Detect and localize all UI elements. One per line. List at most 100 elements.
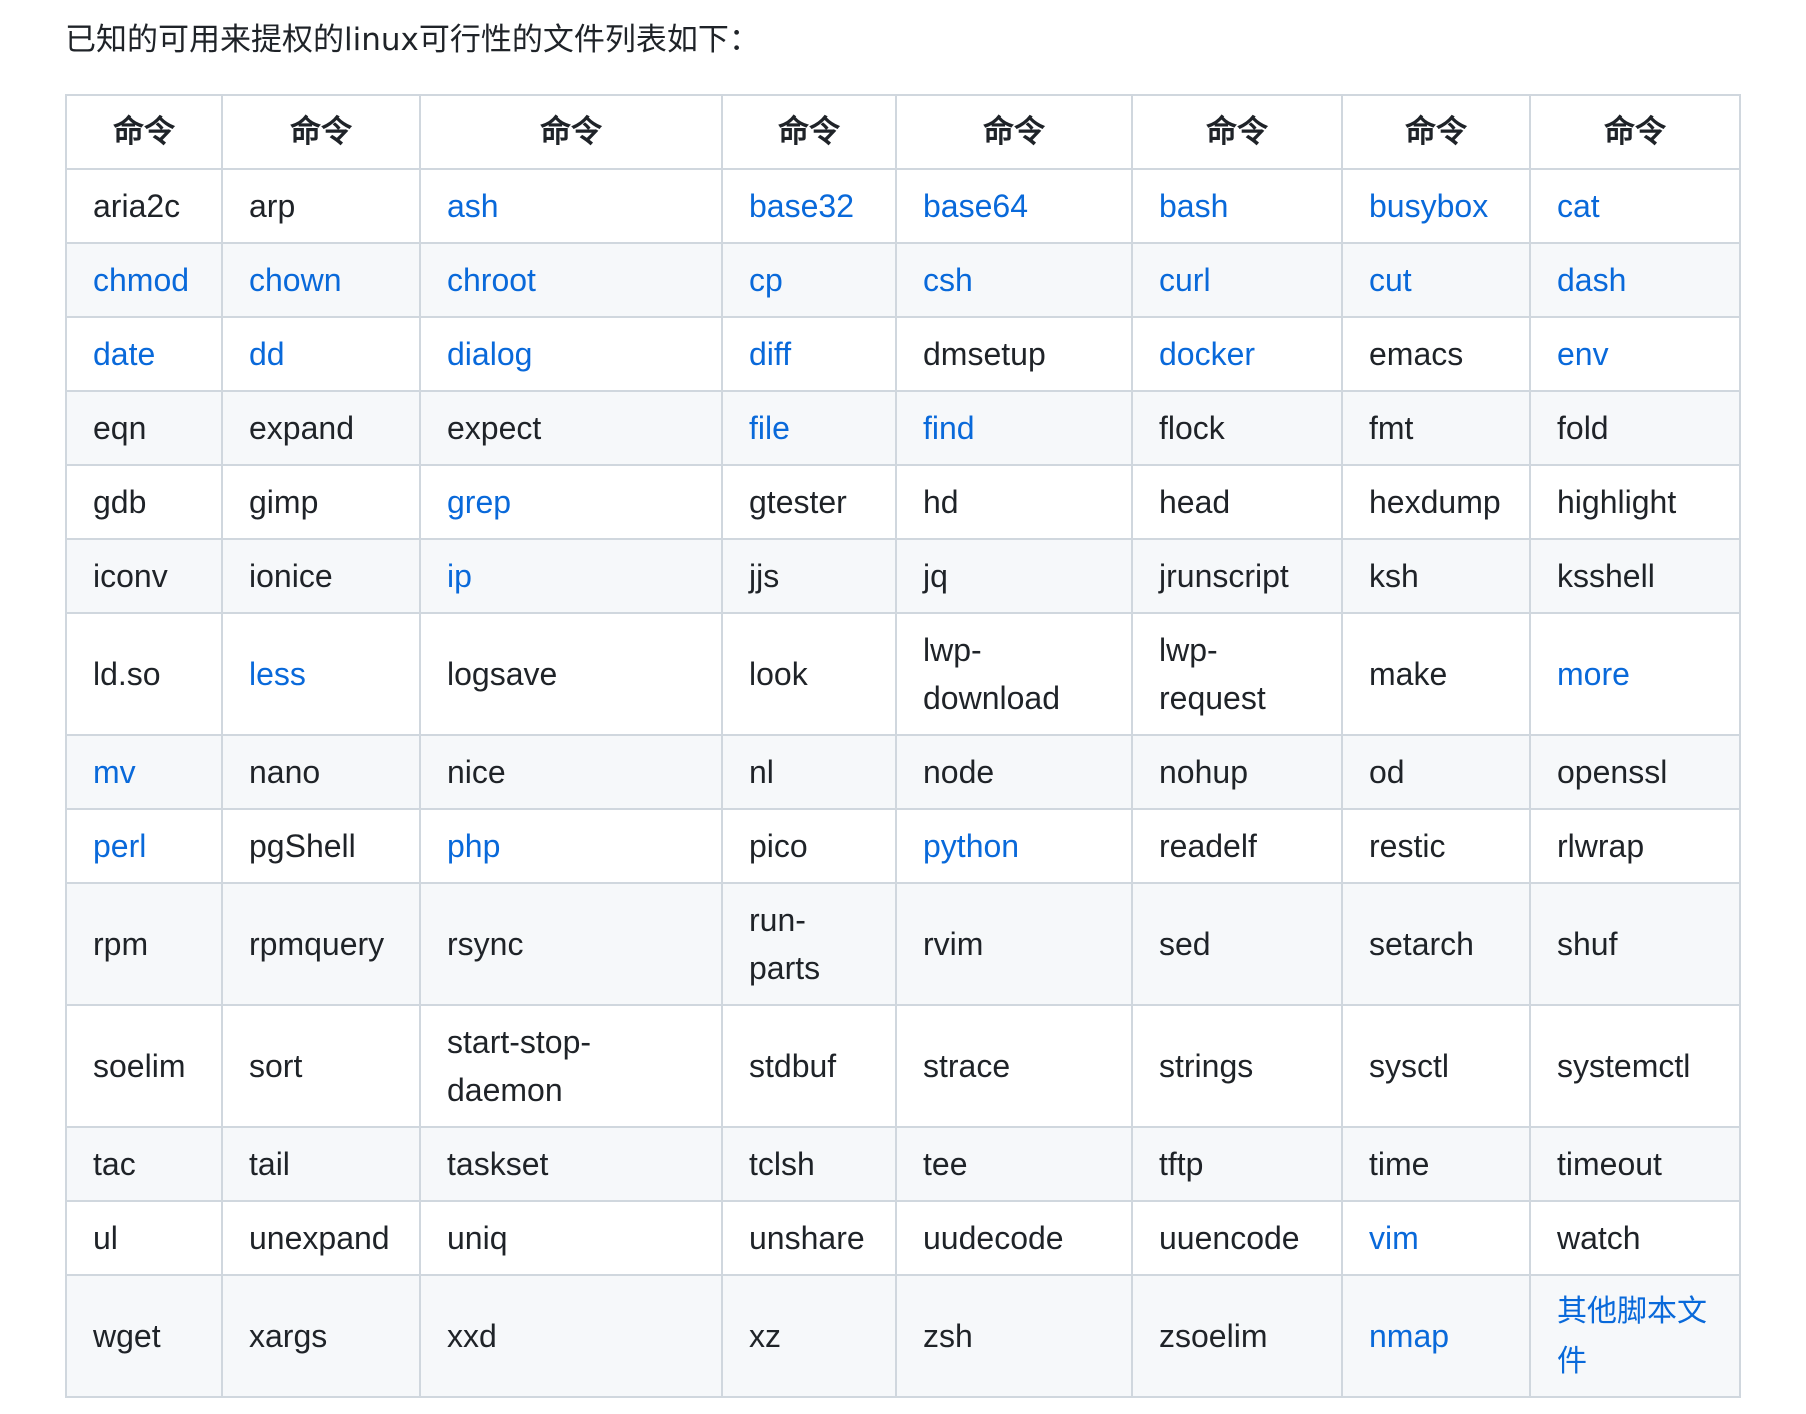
command-link[interactable]: diff <box>749 336 791 372</box>
table-cell: ionice <box>221 538 421 614</box>
command-link[interactable]: date <box>93 336 155 372</box>
command-link[interactable]: more <box>1557 656 1630 692</box>
table-cell: python <box>895 808 1133 884</box>
command-link[interactable]: chroot <box>447 262 536 298</box>
command-name: jq <box>923 558 948 594</box>
table-cell: rpm <box>65 882 223 1006</box>
table-cell: restic <box>1341 808 1531 884</box>
command-name: head <box>1159 484 1231 520</box>
command-name: gimp <box>249 484 319 520</box>
table-cell: mv <box>65 734 223 810</box>
command-link[interactable]: file <box>749 410 790 446</box>
command-name: systemctl <box>1557 1048 1691 1084</box>
table-row: perl pgShell php pico python readelf restic rlw… <box>65 808 1741 884</box>
table-cell: base64 <box>895 168 1133 244</box>
table-cell: file <box>721 390 897 466</box>
command-name: uniq <box>447 1220 508 1256</box>
column-header: 命令 <box>1131 94 1343 170</box>
table-cell: csh <box>895 242 1133 318</box>
table-cell: strings <box>1131 1004 1343 1128</box>
column-header: 命令 <box>221 94 421 170</box>
command-name: tclsh <box>749 1146 815 1182</box>
command-link[interactable]: chmod <box>93 262 189 298</box>
table-cell: ash <box>419 168 723 244</box>
column-header: 命令 <box>721 94 897 170</box>
table-cell: xxd <box>419 1274 723 1398</box>
command-link[interactable]: dialog <box>447 336 532 372</box>
command-link[interactable]: env <box>1557 336 1609 372</box>
table-cell: dash <box>1529 242 1741 318</box>
command-name: shuf <box>1557 926 1618 962</box>
command-link[interactable]: busybox <box>1369 188 1488 224</box>
command-link[interactable]: bash <box>1159 188 1228 224</box>
table-cell: ip <box>419 538 723 614</box>
command-link[interactable]: ip <box>447 558 472 594</box>
command-name: logsave <box>447 656 558 692</box>
table-cell: php <box>419 808 723 884</box>
command-name: zsh <box>923 1318 973 1354</box>
table-cell: gimp <box>221 464 421 540</box>
command-name: expand <box>249 410 354 446</box>
command-link[interactable]: less <box>249 656 306 692</box>
command-link[interactable]: dash <box>1557 262 1626 298</box>
table-cell: date <box>65 316 223 392</box>
command-name: tail <box>249 1146 290 1182</box>
table-cell: jjs <box>721 538 897 614</box>
table-cell: zsoelim <box>1131 1274 1343 1398</box>
table-cell: uudecode <box>895 1200 1133 1276</box>
command-link[interactable]: php <box>447 828 500 864</box>
command-name: tee <box>923 1146 968 1182</box>
table-cell: chroot <box>419 242 723 318</box>
command-name: openssl <box>1557 754 1668 790</box>
command-link[interactable]: grep <box>447 484 511 520</box>
command-link[interactable]: cat <box>1557 188 1600 224</box>
table-cell: dmsetup <box>895 316 1133 392</box>
command-name: uuencode <box>1159 1220 1300 1256</box>
command-link[interactable]: ash <box>447 188 499 224</box>
command-name: wget <box>93 1318 161 1354</box>
command-link[interactable]: cut <box>1369 262 1412 298</box>
table-cell: docker <box>1131 316 1343 392</box>
table-row: eqn expand expect file find flock fmt fold <box>65 390 1741 466</box>
table-cell: expand <box>221 390 421 466</box>
command-link[interactable]: curl <box>1159 262 1211 298</box>
command-link[interactable]: python <box>923 828 1019 864</box>
command-link[interactable]: docker <box>1159 336 1255 372</box>
table-cell: base32 <box>721 168 897 244</box>
table-cell: tac <box>65 1126 223 1202</box>
table-cell: chown <box>221 242 421 318</box>
table-row: aria2c arp ash base32 base64 bash busybox cat <box>65 168 1741 244</box>
table-cell: fmt <box>1341 390 1531 466</box>
command-link[interactable]: csh <box>923 262 973 298</box>
table-cell: node <box>895 734 1133 810</box>
table-cell: cat <box>1529 168 1741 244</box>
table-cell: rpmquery <box>221 882 421 1006</box>
command-link[interactable]: nmap <box>1369 1318 1449 1354</box>
table-row: rpm rpmquery rsync run-parts rvim sed setarch s… <box>65 882 1741 1006</box>
command-name: od <box>1369 754 1405 790</box>
command-link[interactable]: cp <box>749 262 783 298</box>
command-link[interactable]: 其他脚本文件 <box>1557 1295 1707 1378</box>
command-link[interactable]: base64 <box>923 188 1028 224</box>
table-cell: busybox <box>1341 168 1531 244</box>
column-header: 命令 <box>65 94 223 170</box>
table-cell: 其他脚本文件 <box>1529 1274 1741 1398</box>
table-cell: soelim <box>65 1004 223 1128</box>
table-cell: readelf <box>1131 808 1343 884</box>
command-link[interactable]: mv <box>93 754 136 790</box>
table-cell: fold <box>1529 390 1741 466</box>
table-cell: pico <box>721 808 897 884</box>
table-cell: openssl <box>1529 734 1741 810</box>
command-link[interactable]: perl <box>93 828 146 864</box>
command-link[interactable]: base32 <box>749 188 854 224</box>
command-link[interactable]: find <box>923 410 975 446</box>
table-cell: rlwrap <box>1529 808 1741 884</box>
table-cell: cut <box>1341 242 1531 318</box>
table-cell: lwp-request <box>1131 612 1343 736</box>
command-link[interactable]: dd <box>249 336 285 372</box>
table-cell: nmap <box>1341 1274 1531 1398</box>
command-link[interactable]: chown <box>249 262 342 298</box>
command-name: rvim <box>923 926 984 962</box>
table-cell: taskset <box>419 1126 723 1202</box>
command-link[interactable]: vim <box>1369 1220 1419 1256</box>
